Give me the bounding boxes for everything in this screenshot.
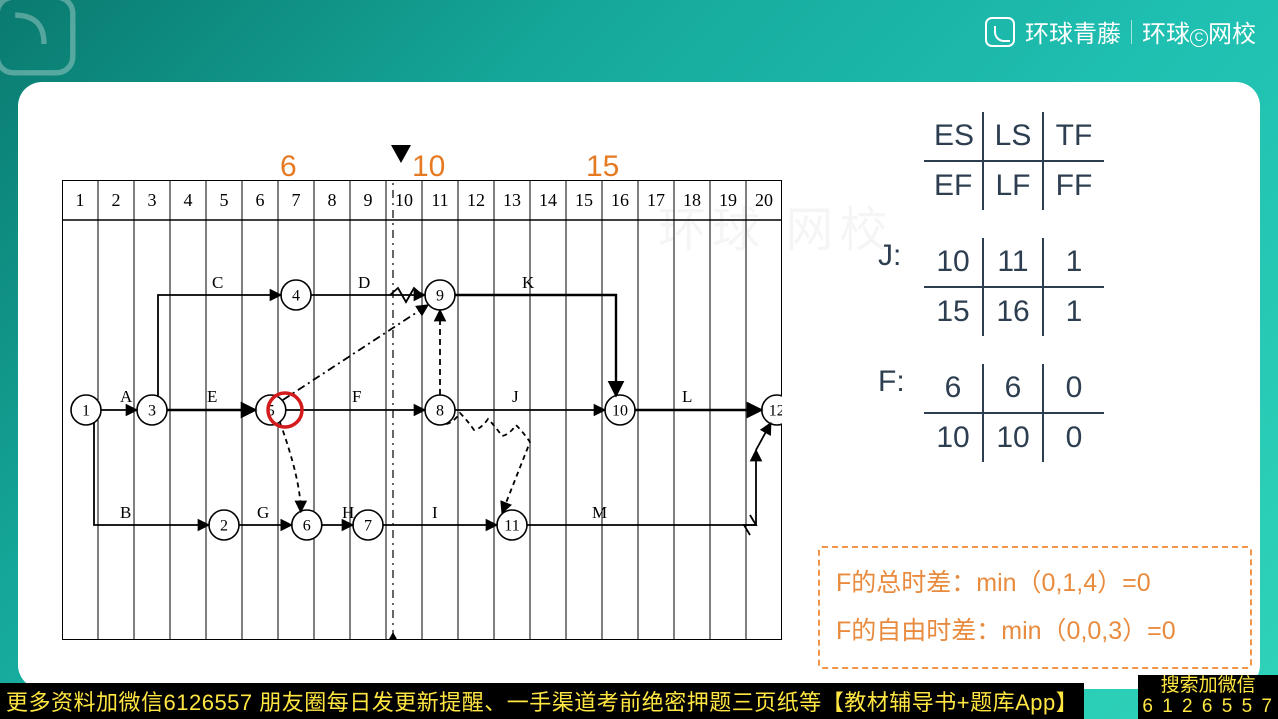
note-box: F的总时差：min（0,1,4）=0 F的自由时差：min（0,0,3）=0 [818, 546, 1252, 669]
svg-text:13: 13 [503, 190, 521, 210]
svg-text:K: K [522, 273, 535, 292]
brand-logo-icon [985, 17, 1015, 47]
svg-text:C: C [212, 273, 223, 292]
j-ff: 1 [1044, 288, 1104, 336]
f-tf: 0 [1044, 364, 1104, 414]
marker-6: 6 [280, 150, 297, 184]
svg-text:10: 10 [612, 403, 628, 420]
brand-bar: 环球青藤 环球C网校 [985, 14, 1256, 49]
j-lf: 16 [984, 288, 1044, 336]
j-tf: 1 [1044, 238, 1104, 288]
svg-text:8: 8 [436, 403, 444, 420]
network-diagram: 1234567891011121314151617181920 12345678… [62, 180, 782, 640]
corner-logo-watermark [0, 0, 80, 80]
right-panel: ES LS TF EF LF FF J: 10 11 1 15 16 1 F: … [868, 112, 1198, 490]
j-ef: 15 [924, 288, 984, 336]
marker-10: 10 [412, 150, 445, 184]
svg-text:1: 1 [82, 403, 90, 420]
svg-text:18: 18 [683, 190, 701, 210]
svg-text:14: 14 [539, 190, 557, 210]
svg-text:A: A [120, 387, 133, 406]
footer-left: 更多资料加微信6126557 朋友圈每日发更新提醒、一手渠道考前绝密押题三页纸等… [0, 683, 1084, 719]
footer-right: 搜索加微信 6 1 2 6 5 5 7 [1138, 675, 1278, 719]
j-label: J: [878, 238, 901, 274]
f-ls: 6 [984, 364, 1044, 414]
svg-text:15: 15 [575, 190, 593, 210]
footer-right-l2: 6 1 2 6 5 5 7 [1142, 697, 1274, 718]
j-values: J: 10 11 1 15 16 1 [924, 238, 1198, 336]
brand-separator [1131, 20, 1132, 44]
svg-text:11: 11 [504, 518, 519, 535]
brand-title-1: 环球青藤 [1025, 14, 1121, 49]
svg-text:G: G [257, 503, 269, 522]
f-ff: 0 [1044, 414, 1104, 462]
content-card: 环球 网校 6 10 15 12345678 [18, 82, 1260, 689]
legend-es: ES [924, 112, 984, 162]
legend-ls: LS [984, 112, 1044, 162]
legend-grid: ES LS TF EF LF FF [924, 112, 1198, 210]
f-lf: 10 [984, 414, 1044, 462]
legend-lf: LF [984, 162, 1044, 210]
svg-text:L: L [682, 387, 692, 406]
svg-text:D: D [358, 273, 370, 292]
svg-text:J: J [512, 387, 519, 406]
svg-text:12: 12 [467, 190, 485, 210]
svg-text:3: 3 [148, 190, 157, 210]
svg-text:8: 8 [328, 190, 337, 210]
brand-title-2: 环球C网校 [1142, 14, 1256, 49]
svg-text:4: 4 [292, 288, 300, 305]
svg-text:2: 2 [220, 518, 228, 535]
j-ls: 11 [984, 238, 1044, 288]
footer-right-l1: 搜索加微信 [1142, 676, 1274, 697]
svg-text:6: 6 [303, 518, 311, 535]
svg-text:19: 19 [719, 190, 737, 210]
svg-text:5: 5 [220, 190, 229, 210]
svg-text:H: H [342, 503, 354, 522]
legend-tf: TF [1044, 112, 1104, 162]
f-ef: 10 [924, 414, 984, 462]
marker-15: 15 [586, 150, 619, 184]
svg-text:12: 12 [769, 403, 782, 420]
svg-text:7: 7 [364, 518, 372, 535]
svg-text:2: 2 [112, 190, 121, 210]
svg-text:10: 10 [395, 190, 413, 210]
svg-text:I: I [432, 503, 438, 522]
svg-text:E: E [207, 387, 217, 406]
legend-ff: FF [1044, 162, 1104, 210]
legend-ef: EF [924, 162, 984, 210]
f-label: F: [878, 364, 905, 400]
svg-text:17: 17 [647, 190, 665, 210]
svg-text:4: 4 [184, 190, 193, 210]
svg-text:9: 9 [436, 288, 444, 305]
svg-text:B: B [120, 503, 131, 522]
svg-text:9: 9 [364, 190, 373, 210]
svg-text:20: 20 [755, 190, 773, 210]
f-es: 6 [924, 364, 984, 414]
note-line-1: F的总时差：min（0,1,4）=0 [836, 560, 1234, 608]
marker-triangle-down-icon [391, 145, 411, 163]
svg-text:6: 6 [256, 190, 265, 210]
f-values: F: 6 6 0 10 10 0 [924, 364, 1198, 462]
svg-text:11: 11 [431, 190, 448, 210]
svg-text:F: F [352, 387, 361, 406]
j-es: 10 [924, 238, 984, 288]
svg-text:7: 7 [292, 190, 301, 210]
svg-text:16: 16 [611, 190, 629, 210]
note-line-2: F的自由时差：min（0,0,3）=0 [836, 608, 1234, 656]
svg-text:M: M [592, 503, 607, 522]
svg-text:3: 3 [148, 403, 156, 420]
svg-text:1: 1 [76, 190, 85, 210]
